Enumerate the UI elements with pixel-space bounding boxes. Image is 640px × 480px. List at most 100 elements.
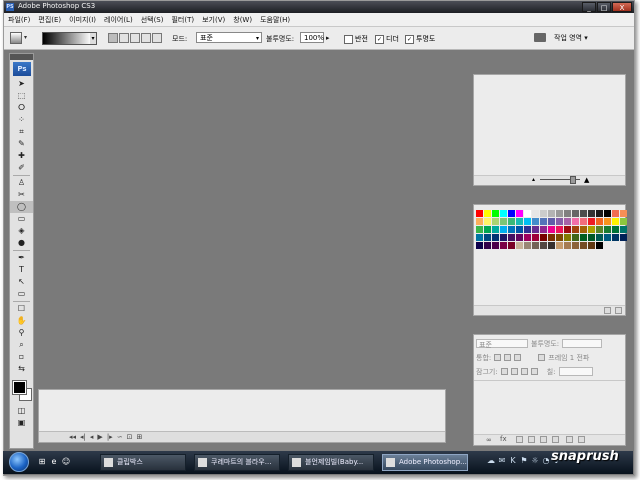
fill-input[interactable] [558, 367, 593, 376]
color-swatch[interactable] [588, 218, 595, 225]
color-swatch[interactable] [548, 210, 555, 217]
color-swatch[interactable] [572, 210, 579, 217]
layer-style-icon[interactable]: fx [500, 435, 507, 443]
color-swatch[interactable] [540, 226, 547, 233]
diamond-gradient-button[interactable] [152, 33, 162, 43]
color-swatch[interactable] [524, 242, 531, 249]
tool-preset-icon[interactable] [10, 32, 22, 44]
dither-checkbox-box[interactable]: ✓ [375, 34, 384, 44]
color-swatch[interactable] [564, 242, 571, 249]
color-swatch[interactable] [604, 218, 611, 225]
radial-gradient-button[interactable] [119, 33, 129, 43]
tray-icon[interactable]: K [509, 456, 517, 466]
tool-button-5[interactable]: ✎ [10, 138, 33, 150]
foreground-color-swatch[interactable] [13, 381, 26, 394]
animation-control-7[interactable]: ⊞ [136, 433, 142, 441]
mode-select[interactable]: 표준 ▾ [196, 32, 262, 43]
tool-button-0[interactable]: ➤ [10, 78, 33, 90]
new-layer-icon[interactable] [566, 436, 573, 443]
color-swatch[interactable] [596, 218, 603, 225]
color-swatch[interactable] [612, 218, 619, 225]
color-swatch[interactable] [508, 210, 515, 217]
color-swatch[interactable] [524, 218, 531, 225]
zoom-in-icon[interactable]: ▲ [584, 176, 589, 184]
color-swatch[interactable] [508, 218, 515, 225]
unify-position-icon[interactable] [494, 354, 502, 361]
canvas-area[interactable] [36, 51, 472, 441]
ps-logo[interactable]: Ps [13, 62, 31, 76]
color-swatch[interactable] [596, 242, 603, 249]
color-swatch[interactable] [604, 210, 611, 217]
color-swatch[interactable] [620, 210, 627, 217]
tool-button-13[interactable]: ● [10, 237, 33, 249]
color-swatch[interactable] [588, 210, 595, 217]
new-frame-icon[interactable] [552, 436, 559, 443]
color-swatch[interactable] [596, 210, 603, 217]
color-swatch[interactable] [492, 226, 499, 233]
color-swatch[interactable] [588, 242, 595, 249]
color-swatch[interactable] [540, 234, 547, 241]
color-swatch[interactable] [540, 210, 547, 217]
menu-item-1[interactable]: 편집(E) [34, 15, 65, 25]
toolbox-grip[interactable] [10, 54, 33, 60]
color-swatch[interactable] [540, 218, 547, 225]
color-swatch[interactable] [564, 210, 571, 217]
tool-button-23[interactable]: ⇆ [10, 363, 33, 375]
angle-gradient-button[interactable] [130, 33, 140, 43]
color-swatch[interactable] [500, 226, 507, 233]
zoom-slider[interactable] [540, 176, 580, 184]
animation-control-0[interactable]: ◂◂ [69, 433, 76, 441]
taskbar-task[interactable]: 쿠레마트의 블라우... [194, 454, 280, 471]
tool-preset-caret-icon[interactable]: ▾ [24, 34, 27, 41]
color-swatch[interactable] [596, 226, 603, 233]
link-layers-icon[interactable]: ∞ [486, 436, 492, 444]
color-swatch[interactable] [564, 226, 571, 233]
color-swatch[interactable] [532, 242, 539, 249]
opacity-caret-icon[interactable]: ▸ [326, 34, 330, 42]
opacity-input[interactable]: 100% [300, 32, 324, 43]
reverse-checkbox-box[interactable] [344, 34, 353, 44]
new-swatch-icon[interactable] [604, 307, 611, 314]
color-swatch[interactable] [484, 218, 491, 225]
tool-button-1[interactable]: ⬚ [10, 90, 33, 102]
tool-button-17[interactable]: ▭ [10, 288, 33, 300]
minimize-button[interactable]: _ [582, 2, 596, 12]
app-icon[interactable]: PS [6, 3, 14, 11]
delete-layer-icon[interactable] [578, 436, 585, 443]
quick-launch-icon[interactable]: e [49, 457, 59, 467]
color-swatch[interactable] [516, 226, 523, 233]
unify-style-icon[interactable] [514, 354, 522, 361]
color-swatch[interactable] [484, 210, 491, 217]
menu-item-4[interactable]: 선택(S) [137, 15, 168, 25]
tool-button-18[interactable]: ☐ [10, 303, 33, 315]
animation-control-2[interactable]: ◂ [90, 433, 94, 441]
zoom-out-icon[interactable]: ▴ [532, 176, 535, 183]
taskbar-task[interactable]: 블언제임빌(Baby... [288, 454, 374, 471]
color-swatch[interactable] [556, 226, 563, 233]
reflected-gradient-button[interactable] [141, 33, 151, 43]
close-button[interactable]: X [612, 2, 632, 12]
color-swatch[interactable] [604, 226, 611, 233]
transparency-checkbox[interactable]: ✓ 투명도 [405, 34, 435, 44]
color-swatch[interactable] [556, 210, 563, 217]
color-swatch[interactable] [476, 226, 483, 233]
color-swatch[interactable] [620, 218, 627, 225]
color-swatch[interactable] [484, 242, 491, 249]
color-swatch[interactable] [508, 226, 515, 233]
linear-gradient-button[interactable] [108, 33, 118, 43]
menu-item-5[interactable]: 필터(T) [167, 15, 198, 25]
color-swatch[interactable] [476, 234, 483, 241]
color-swatch[interactable] [500, 218, 507, 225]
color-swatch[interactable] [580, 226, 587, 233]
taskbar-task[interactable]: 클립박스 [100, 454, 186, 471]
color-swatch[interactable] [516, 234, 523, 241]
color-swatch[interactable] [516, 210, 523, 217]
reverse-checkbox[interactable]: 반전 [344, 34, 368, 44]
color-swatch[interactable] [524, 226, 531, 233]
color-swatch[interactable] [564, 218, 571, 225]
tool-button-4[interactable]: ⌗ [10, 126, 33, 138]
tool-button-6[interactable]: ✚ [10, 150, 33, 162]
color-swatch[interactable] [556, 242, 563, 249]
tool-button-22[interactable]: ▫ [10, 351, 33, 363]
menu-item-6[interactable]: 보기(V) [198, 15, 229, 25]
